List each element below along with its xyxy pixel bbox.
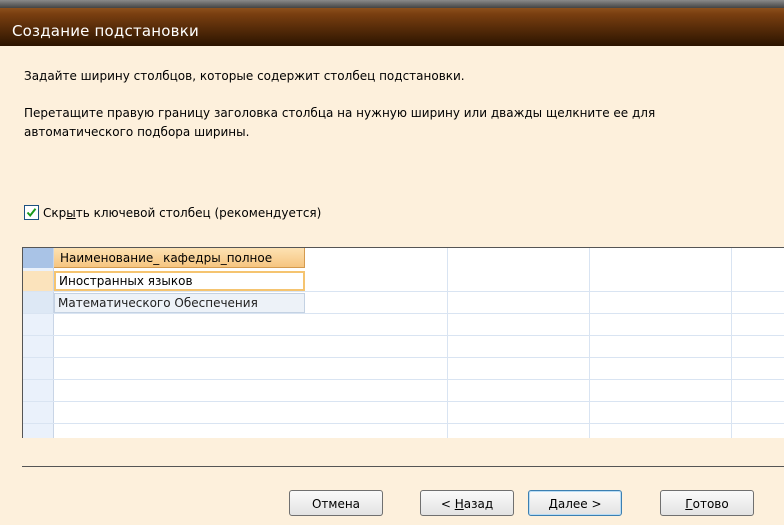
grid-corner[interactable]: [23, 248, 53, 268]
cancel-button[interactable]: Отмена: [289, 490, 383, 516]
back-button[interactable]: < Назад: [420, 490, 514, 516]
instruction-text-2: Перетащите правую границу заголовка стол…: [24, 106, 656, 139]
grid-cell[interactable]: Математического Обеспечения: [54, 293, 305, 313]
row-selector-current[interactable]: [23, 271, 53, 291]
separator-line: [22, 466, 784, 467]
finish-button[interactable]: Готово: [660, 490, 754, 516]
checkbox-box[interactable]: [24, 205, 39, 220]
column-width-grid[interactable]: Наименование_ кафедры_полное Иностранных…: [22, 247, 784, 438]
instruction-text-1: Задайте ширину столбцов, которые содержи…: [24, 69, 465, 83]
next-button[interactable]: Далее >: [528, 490, 622, 516]
grid-cell-active[interactable]: Иностранных языков: [54, 271, 305, 291]
title-bar: Создание подстановки: [0, 0, 784, 46]
column-header[interactable]: Наименование_ кафедры_полное: [54, 248, 305, 268]
window-title: Создание подстановки: [12, 22, 199, 40]
check-mark-icon: [26, 208, 37, 218]
row-selector[interactable]: [23, 292, 53, 313]
hide-key-column-checkbox[interactable]: Скрыть ключевой столбец (рекомендуется): [24, 205, 321, 220]
hide-key-column-label: Скрыть ключевой столбец (рекомендуется): [43, 205, 322, 220]
